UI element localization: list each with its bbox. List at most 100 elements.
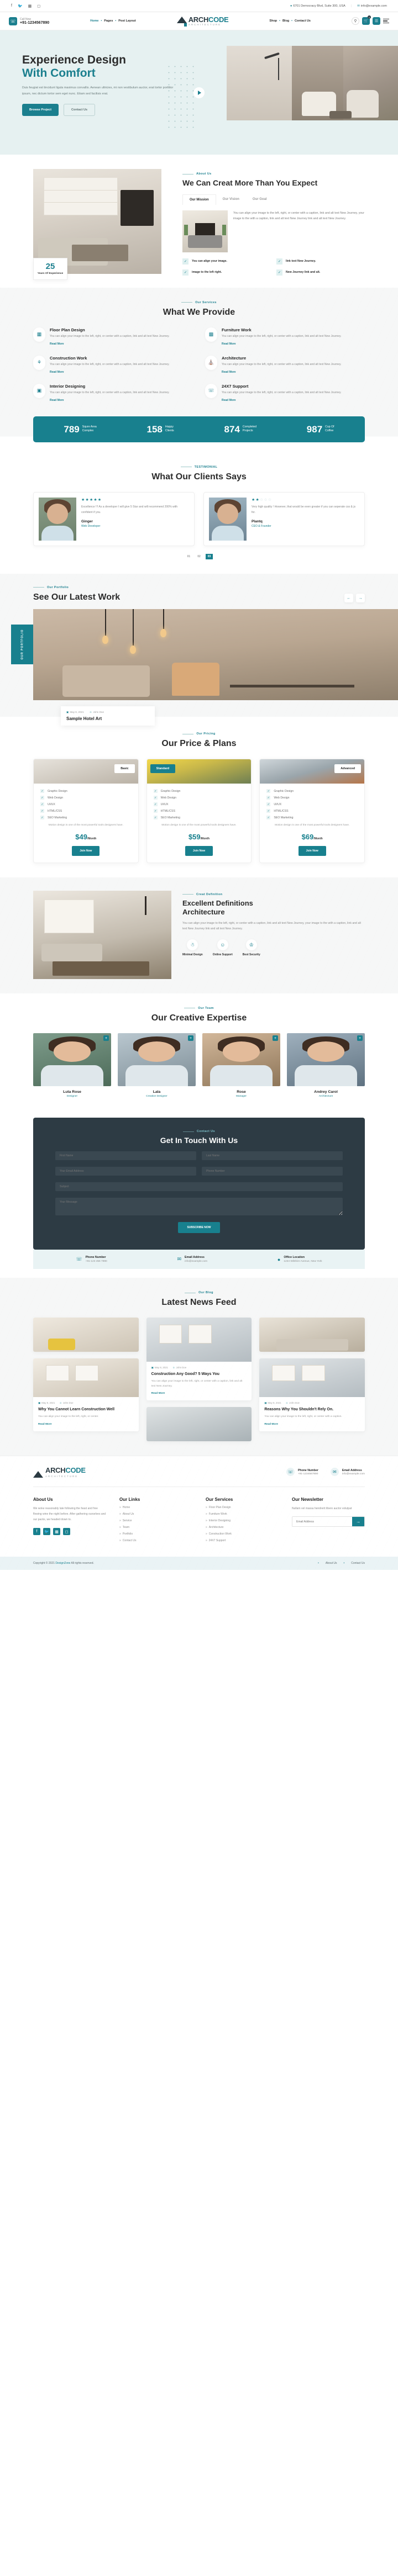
footer-heading: Our Links — [119, 1497, 140, 1503]
read-more-link[interactable]: Read More — [222, 342, 236, 346]
footer-bottom-link-contact[interactable]: Contact Us — [351, 1562, 365, 1565]
join-now-button[interactable]: Join Now — [298, 845, 326, 856]
read-more-link[interactable]: Read More — [264, 1423, 278, 1426]
message-textarea[interactable] — [55, 1198, 343, 1216]
footer-link[interactable]: » 24X7 Support — [206, 1539, 279, 1542]
service-card-furniture-work[interactable]: ▩ Furniture Work You can align your imag… — [205, 327, 365, 346]
read-more-link[interactable]: Read More — [222, 399, 236, 402]
browse-project-button[interactable]: Browse Project — [22, 104, 59, 117]
play-video-button[interactable] — [193, 87, 205, 98]
join-now-button[interactable]: Join Now — [185, 845, 213, 856]
blog-card-featured[interactable]: ▣ May 8, 2021 ☺ John Doe Construction Any … — [146, 1318, 252, 1401]
portfolio-caption-title[interactable]: Sample Hotel Art — [66, 716, 149, 721]
menu-toggle-icon[interactable] — [383, 19, 389, 23]
twitter-icon[interactable]: 🐦 — [43, 1528, 50, 1536]
footer-logo[interactable]: ARCHCODE ARCHITECTURE — [33, 1466, 86, 1478]
footer-link[interactable]: » Architecture — [206, 1526, 279, 1529]
linkedin-icon[interactable]: ▦ — [28, 4, 32, 8]
nav-dot: • — [279, 19, 280, 23]
newsletter-submit-button[interactable]: → — [352, 1517, 364, 1527]
blog-image — [259, 1318, 365, 1352]
footer-link[interactable]: » Furniture Work — [206, 1512, 279, 1516]
twitter-icon[interactable]: 🐦 — [18, 4, 23, 8]
blog-card[interactable] — [146, 1407, 252, 1442]
email-input[interactable] — [55, 1167, 196, 1176]
arrow-left-icon[interactable]: ← — [344, 594, 353, 603]
read-more-link[interactable]: Read More — [50, 399, 64, 402]
plus-icon[interactable]: + — [273, 1035, 278, 1041]
phone-input[interactable] — [202, 1167, 343, 1176]
newsletter-text: Nullam vel massa hendrerit libero auctor… — [292, 1507, 352, 1511]
call-now-block[interactable]: ☏ Call Now +91-1234567890 — [9, 17, 49, 25]
service-card-construction-work[interactable]: ⚘ Construction Work You can align your i… — [33, 355, 193, 374]
footer-link[interactable]: » Interior Designing — [206, 1519, 279, 1522]
blog-post-title[interactable]: Reasons Why You Shouldn't Rely On. — [264, 1407, 360, 1412]
blog-card[interactable]: ▣ May 8, 2021 ☺ John Doe Reasons Why You S… — [259, 1358, 365, 1431]
first-name-input[interactable] — [55, 1151, 196, 1161]
footer-link[interactable]: » About Us — [119, 1512, 192, 1516]
nav-item-shop[interactable]: Shop — [269, 19, 277, 23]
nav-item-blog[interactable]: Blog — [282, 19, 289, 23]
page-01[interactable]: 01 — [185, 554, 193, 559]
plus-icon[interactable]: + — [103, 1035, 109, 1041]
footer-social: f 🐦 ▦ ◻ — [33, 1528, 106, 1536]
read-more-link[interactable]: Read More — [151, 1392, 165, 1395]
blog-post-title[interactable]: Why You Cannot Learn Construction Well — [38, 1407, 134, 1412]
facebook-icon[interactable]: f — [33, 1528, 40, 1536]
blog-post-title[interactable]: Construction Any Good? 5 Ways You — [151, 1372, 247, 1377]
service-text: You can align your image to the left, ri… — [222, 334, 342, 338]
definition-features: ☃ Minimal Design ☺ Online Support ♔ Best… — [182, 939, 365, 956]
wishlist-icon[interactable]: ☰ — [372, 17, 380, 25]
logo-name-part2: CODE — [208, 15, 229, 24]
footer-link[interactable]: » Construction Work — [206, 1532, 279, 1536]
subject-input[interactable] — [55, 1182, 343, 1192]
site-logo[interactable]: ARCHCODE ARCHITECTURE — [176, 15, 229, 27]
search-icon[interactable]: ⚲ — [351, 17, 359, 25]
nav-item-contact-us[interactable]: Contact Us — [295, 19, 311, 23]
read-more-link[interactable]: Read More — [50, 371, 64, 374]
blog-card[interactable]: ▣ May 8, 2021 ☺ John Doe Why You Cannot Le… — [33, 1358, 139, 1431]
service-card-architecture[interactable]: ⛪ Architecture You can align your image … — [205, 355, 365, 374]
tab-our-vision[interactable]: Our Vision — [216, 194, 246, 205]
blog-card[interactable] — [33, 1318, 139, 1352]
read-more-link[interactable]: Read More — [50, 342, 64, 346]
call-now-number[interactable]: +91-1234567890 — [20, 21, 49, 25]
last-name-input[interactable] — [202, 1151, 343, 1161]
footer-link[interactable]: » Portfolio — [119, 1532, 192, 1536]
arrow-right-icon[interactable]: → — [356, 594, 365, 603]
page-02[interactable]: 02 — [195, 554, 203, 559]
read-more-link[interactable]: Read More — [222, 371, 236, 374]
pricing-heading: Our Pricing Our Price & Plans — [33, 732, 365, 749]
footer-link[interactable]: » Service — [119, 1519, 192, 1522]
blog-card[interactable] — [259, 1318, 365, 1352]
footer-link[interactable]: » Contact Us — [119, 1539, 192, 1542]
nav-item-pages[interactable]: Pages — [104, 19, 113, 23]
topbar-email[interactable]: ✉ info@example.com — [357, 4, 387, 8]
footer-link[interactable]: » Team — [119, 1526, 192, 1529]
tab-our-goal[interactable]: Our Goal — [246, 194, 274, 205]
join-now-button[interactable]: Join Now — [72, 845, 100, 856]
plus-icon[interactable]: + — [188, 1035, 193, 1041]
subscribe-now-button[interactable]: SUBSCRIBE NOW — [178, 1222, 220, 1234]
tab-our-mission[interactable]: Our Mission — [182, 194, 216, 205]
instagram-icon[interactable]: ◻ — [63, 1528, 70, 1536]
nav-item-home[interactable]: Home — [90, 19, 98, 23]
testimonial-pagination: 01 02 03 — [33, 553, 365, 559]
footer-link[interactable]: » Home — [119, 1506, 192, 1509]
newsletter-email-input[interactable] — [292, 1517, 352, 1527]
service-card-floor-plan-design[interactable]: ▦ Floor Plan Design You can align your i… — [33, 327, 193, 346]
instagram-icon[interactable]: ◻ — [37, 4, 40, 8]
service-card-interior-designing[interactable]: ▣ Interior Designing You can align your … — [33, 383, 193, 402]
bullet-icon: • — [318, 1562, 319, 1565]
nav-item-post-layout[interactable]: Post Layout — [118, 19, 135, 23]
facebook-icon[interactable]: f — [11, 4, 12, 8]
service-card-24x7-support[interactable]: ☏ 24X7 Support You can align your image … — [205, 383, 365, 402]
cart-icon[interactable]: 🛒 0 — [362, 15, 371, 25]
contact-us-button[interactable]: Contact Us — [64, 104, 96, 117]
page-03[interactable]: 03 — [205, 553, 213, 559]
read-more-link[interactable]: Read More — [38, 1423, 52, 1426]
plus-icon[interactable]: + — [357, 1035, 363, 1041]
footer-link[interactable]: » Floor Plan Design — [206, 1506, 279, 1509]
linkedin-icon[interactable]: ▦ — [53, 1528, 60, 1536]
footer-bottom-link-about[interactable]: About Us — [326, 1562, 337, 1565]
